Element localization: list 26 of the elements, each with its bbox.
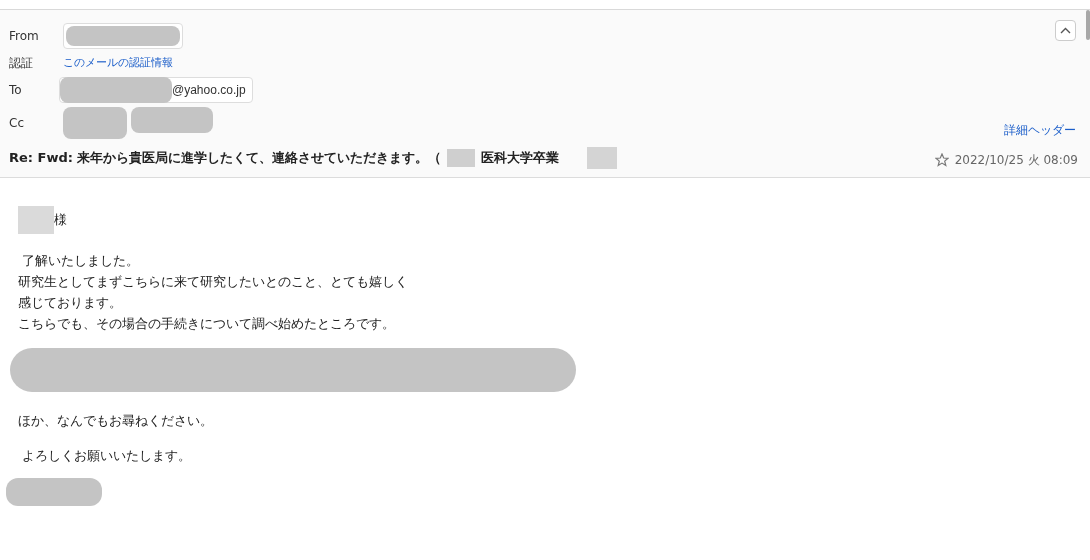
auth-info-link[interactable]: このメールの認証情報 <box>63 54 173 72</box>
field-label: 認証 <box>9 55 34 72</box>
star-icon[interactable] <box>934 153 949 167</box>
body-text-line: 感じております。 <box>18 294 123 312</box>
email-domain: @yahoo.co.jp <box>172 82 246 99</box>
body-text-line: 研究生としてまずこちらに来て研究したいとのこと、とても嬉しく <box>18 273 409 291</box>
detail-header-link[interactable]: 詳細ヘッダー <box>1004 121 1076 139</box>
email-date: 2022/10/25 火 08:09 <box>954 152 1078 169</box>
body-text-line: よろしくお願いいたします。 <box>21 447 193 465</box>
subject-text: 医科大学卒業 <box>481 149 560 168</box>
field-label: To <box>9 82 23 99</box>
redaction-block <box>587 147 618 169</box>
redaction-block <box>63 107 127 139</box>
redaction-block <box>18 206 54 234</box>
greeting-text: 様 <box>54 211 67 230</box>
field-label: Cc <box>9 115 25 132</box>
scrollbar-thumb[interactable] <box>1086 10 1090 40</box>
collapse-button[interactable] <box>1055 20 1076 41</box>
body-text-line: こちらでも、その場合の手続きについて調べ始めたところです。 <box>18 315 396 333</box>
body-text-line: 了解いたしました。 <box>21 252 141 270</box>
subject-text: Re: Fwd: 来年から貴医局に進学したくて、連絡させていただきます。（ <box>9 149 442 168</box>
body-text-line: ほか、なんでもお尋ねください。 <box>18 412 214 430</box>
field-label: From <box>9 28 40 45</box>
chevron-up-icon <box>1060 27 1071 34</box>
redaction-block <box>447 149 476 167</box>
address-chip[interactable]: @yahoo.co.jp <box>59 77 253 103</box>
